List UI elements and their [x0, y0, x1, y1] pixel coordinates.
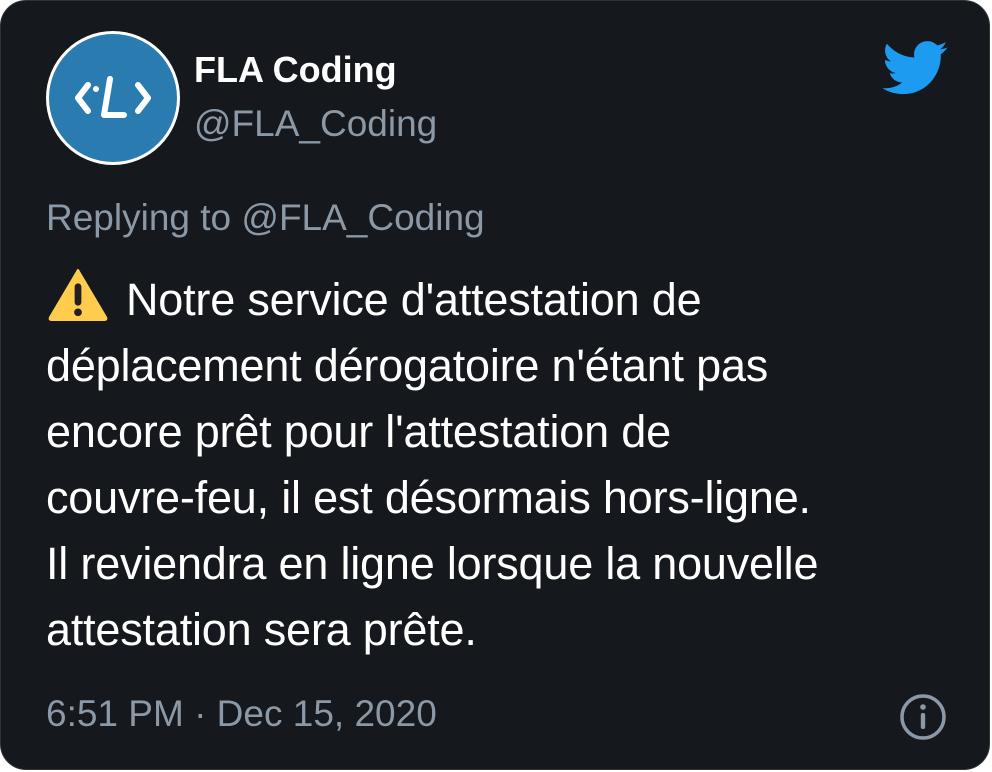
- tweet-timestamp[interactable]: 6:51 PM · Dec 15, 2020: [46, 693, 437, 735]
- tweet-line: couvre-feu, il est désormais hors-ligne.: [46, 472, 811, 523]
- tweet-line: Notre service d'attestation de: [126, 274, 702, 325]
- fla-logo-icon: [49, 34, 177, 162]
- tweet-body: Notre service d'attestation de déplaceme…: [46, 267, 956, 663]
- author-name[interactable]: FLA Coding: [194, 49, 397, 91]
- tweet-line: encore prêt pour l'attestation de: [46, 406, 671, 457]
- tweet-card: FLA Coding @FLA_Coding Replying to @FLA_…: [0, 0, 990, 770]
- replying-to[interactable]: Replying to @FLA_Coding: [46, 197, 485, 239]
- tweet-line: déplacement dérogatoire n'étant pas: [46, 340, 769, 391]
- twitter-bird-icon[interactable]: [879, 39, 949, 95]
- tweet-line: Il reviendra en ligne lorsque la nouvell…: [46, 538, 819, 589]
- tweet-line: attestation sera prête.: [46, 604, 477, 655]
- warning-icon: [48, 268, 108, 321]
- author-handle[interactable]: @FLA_Coding: [194, 103, 437, 145]
- info-icon[interactable]: [899, 693, 947, 741]
- avatar[interactable]: [46, 31, 180, 165]
